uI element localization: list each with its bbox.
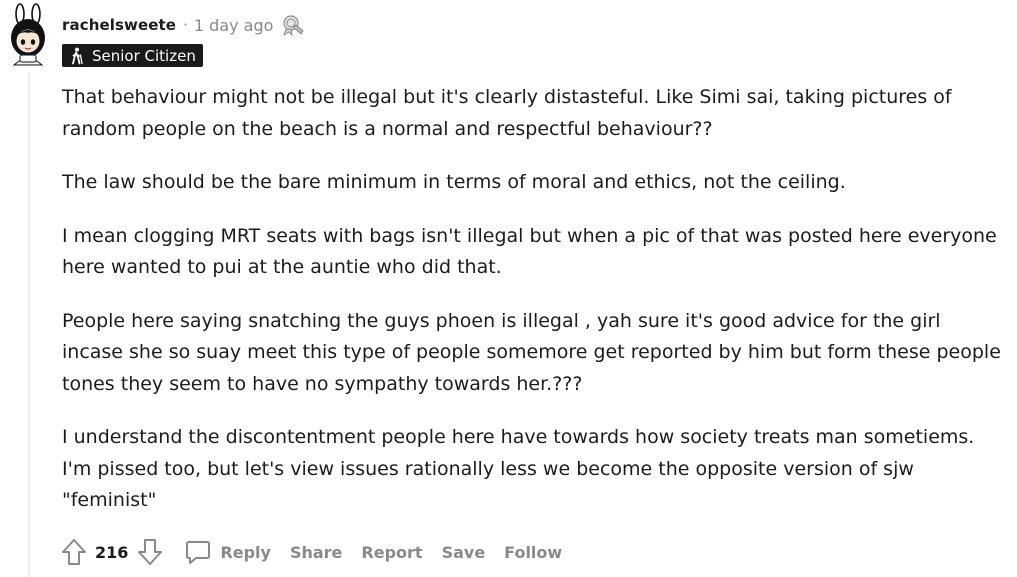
separator: · [183, 16, 188, 34]
comment-paragraph: I understand the discontentment people h… [62, 426, 975, 511]
user-flair: Senior Citizen [62, 44, 203, 67]
reply-button[interactable]: Reply [220, 543, 271, 562]
downvote-icon[interactable] [136, 537, 164, 567]
timestamp[interactable]: 1 day ago [194, 16, 274, 35]
comment-header: rachelsweete · 1 day ago [62, 14, 305, 36]
walking-person-icon [72, 47, 83, 64]
follow-button[interactable]: Follow [504, 543, 562, 562]
share-button[interactable]: Share [290, 543, 342, 562]
flair-label: Senior Citizen [92, 46, 196, 65]
upvote-icon[interactable] [60, 537, 88, 567]
comment-paragraph: The law should be the bare minimum in te… [62, 171, 846, 193]
username[interactable]: rachelsweete [62, 16, 176, 34]
report-button[interactable]: Report [361, 543, 422, 562]
comment-paragraph: That behaviour might not be illegal but … [62, 86, 952, 140]
thread-line[interactable] [28, 72, 30, 577]
save-button[interactable]: Save [442, 543, 486, 562]
comment-paragraph: People here saying snatching the guys ph… [62, 309, 1001, 395]
comment-actions: 216 Reply Share Report Save Follow [60, 536, 581, 568]
comment-paragraph: I mean clogging MRT seats with bags isn'… [62, 224, 997, 279]
silver-award-icon[interactable] [281, 14, 305, 36]
vote-score: 216 [95, 542, 129, 562]
reply-icon[interactable] [184, 538, 212, 566]
comment-body: That behaviour might not be illegal but … [62, 82, 1007, 539]
user-avatar[interactable] [6, 2, 52, 66]
